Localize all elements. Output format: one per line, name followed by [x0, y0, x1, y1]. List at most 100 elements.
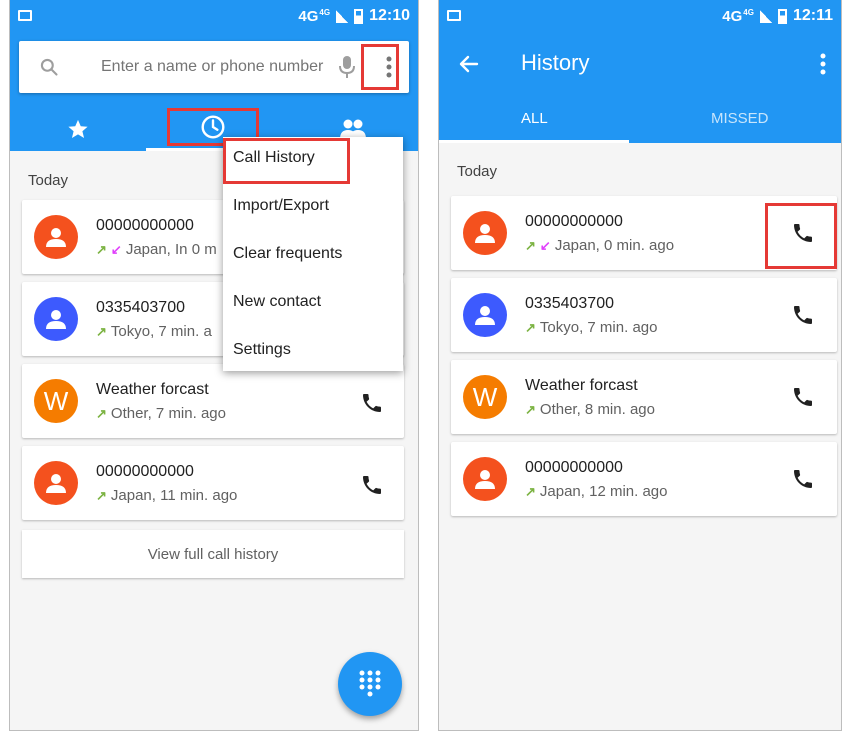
overflow-menu-button[interactable] [811, 50, 835, 78]
search-icon [40, 58, 58, 76]
call-detail: ↗ Tokyo, 7 min. ago [525, 319, 657, 336]
caller-name: 0335403700 [96, 299, 185, 316]
battery-icon [777, 8, 787, 24]
active-tab-indicator [439, 140, 629, 143]
outgoing-call-icon: ↗ [525, 237, 536, 253]
call-back-icon[interactable] [791, 467, 815, 491]
menu-item-clear-frequents[interactable]: Clear frequents [233, 245, 342, 263]
network-indicator: 4G 4G [722, 7, 754, 25]
history-screen: 4G 4G 12:11 History ALL MISSED Today 0000… [438, 0, 842, 731]
call-detail-text: Japan, 12 min. ago [539, 483, 668, 500]
avatar-letter: W [43, 385, 69, 416]
person-icon [46, 228, 66, 247]
call-log-item[interactable]: 00000000000 ↗ Japan, 11 min. ago [22, 446, 404, 520]
call-back-icon[interactable] [791, 385, 815, 409]
contact-avatar: W [34, 379, 78, 423]
call-log-item[interactable]: 00000000000 ↗ Japan, 12 min. ago [451, 442, 837, 516]
view-full-call-history-button[interactable]: View full call history [22, 530, 404, 578]
outgoing-call-icon: ↗ [96, 487, 107, 503]
status-bar: 4G 4G 12:11 [439, 0, 841, 33]
caller-name: 00000000000 [96, 217, 194, 234]
call-back-icon[interactable] [360, 473, 384, 497]
signal-icon [759, 9, 772, 23]
tab-missed[interactable]: MISSED [711, 110, 769, 127]
call-back-icon[interactable] [791, 303, 815, 327]
call-detail-text: Tokyo, 7 min. a [110, 323, 212, 340]
person-icon [475, 470, 495, 489]
caller-name: 00000000000 [525, 213, 623, 230]
call-detail: ↗ Other, 7 min. ago [96, 405, 226, 422]
dialer-screen: 4G 4G 12:10 Enter a name or phone number… [9, 0, 419, 731]
image-notification-icon [447, 10, 461, 21]
status-bar: 4G 4G 12:10 [10, 0, 418, 33]
overflow-menu-button[interactable] [371, 45, 407, 89]
call-back-icon[interactable] [360, 391, 384, 415]
tab-speed-dial[interactable] [60, 113, 96, 145]
contact-avatar [34, 215, 78, 259]
call-detail-text: Other, 8 min. ago [539, 401, 655, 418]
person-icon [475, 306, 495, 325]
call-detail-text: Other, 7 min. ago [110, 405, 226, 422]
outgoing-call-icon: ↗ [96, 241, 107, 257]
section-label-today: Today [457, 163, 498, 180]
call-detail-text: Japan, In 0 m [125, 241, 217, 258]
outgoing-call-icon: ↗ [525, 319, 536, 335]
call-detail-text: Tokyo, 7 min. ago [539, 319, 658, 336]
call-detail: ↗ ↙ Japan, In 0 m [96, 241, 217, 258]
call-detail-text: Japan, 0 min. ago [554, 237, 675, 254]
contact-avatar [463, 457, 507, 501]
call-log-item[interactable]: 00000000000 ↗ ↙ Japan, 0 min. ago [451, 196, 837, 270]
call-detail: ↗ Japan, 12 min. ago [525, 483, 668, 500]
dialpad-icon [359, 670, 381, 697]
overflow-menu: Call History Import/Export Clear frequen… [223, 137, 403, 371]
call-detail: ↗ ↙ Japan, 0 min. ago [525, 237, 674, 254]
contact-avatar: W [463, 375, 507, 419]
call-back-icon[interactable] [791, 221, 815, 245]
person-icon [46, 310, 66, 329]
incoming-call-icon: ↙ [110, 241, 122, 257]
outgoing-call-icon: ↗ [525, 401, 536, 417]
person-icon [46, 474, 66, 493]
call-detail: ↗ Japan, 11 min. ago [96, 487, 237, 504]
contact-avatar [34, 297, 78, 341]
star-icon [68, 119, 88, 138]
search-bar[interactable] [19, 41, 409, 93]
call-log-item[interactable]: W Weather forcast ↗ Other, 8 min. ago [451, 360, 837, 434]
more-vert-icon [386, 56, 392, 78]
call-log-item[interactable]: W Weather forcast ↗ Other, 7 min. ago [22, 364, 404, 438]
menu-item-import-export[interactable]: Import/Export [233, 197, 329, 215]
network-indicator: 4G 4G [298, 7, 331, 25]
contact-avatar [463, 211, 507, 255]
image-notification-icon [18, 10, 32, 21]
contact-avatar [34, 461, 78, 505]
clock: 12:11 [792, 7, 833, 24]
call-log-item[interactable]: 0335403700 ↗ Tokyo, 7 min. ago [451, 278, 837, 352]
caller-name: Weather forcast [525, 377, 638, 394]
call-detail-text: Japan, 11 min. ago [110, 487, 238, 504]
more-vert-icon [820, 53, 826, 75]
menu-item-call-history[interactable]: Call History [233, 149, 315, 167]
outgoing-call-icon: ↗ [96, 405, 107, 421]
microphone-icon[interactable] [339, 55, 355, 79]
caller-name: 00000000000 [96, 463, 194, 480]
search-input[interactable] [101, 55, 331, 79]
page-title: History [521, 50, 590, 75]
tab-all[interactable]: ALL [521, 110, 548, 127]
contact-avatar [463, 293, 507, 337]
person-icon [475, 224, 495, 243]
clock: 12:10 [369, 7, 410, 24]
history-tabs: ALL MISSED [439, 100, 841, 143]
dialpad-fab[interactable] [338, 652, 402, 716]
battery-icon [354, 8, 364, 24]
menu-item-new-contact[interactable]: New contact [233, 293, 321, 311]
back-arrow-icon[interactable] [457, 52, 481, 76]
incoming-call-icon: ↙ [539, 237, 551, 253]
outgoing-call-icon: ↗ [525, 483, 536, 499]
outgoing-call-icon: ↗ [96, 323, 107, 339]
call-detail: ↗ Tokyo, 7 min. a [96, 323, 212, 340]
avatar-letter: W [472, 381, 498, 412]
menu-item-settings[interactable]: Settings [233, 341, 291, 359]
signal-icon [336, 9, 349, 23]
call-detail: ↗ Other, 8 min. ago [525, 401, 655, 418]
caller-name: Weather forcast [96, 381, 209, 398]
